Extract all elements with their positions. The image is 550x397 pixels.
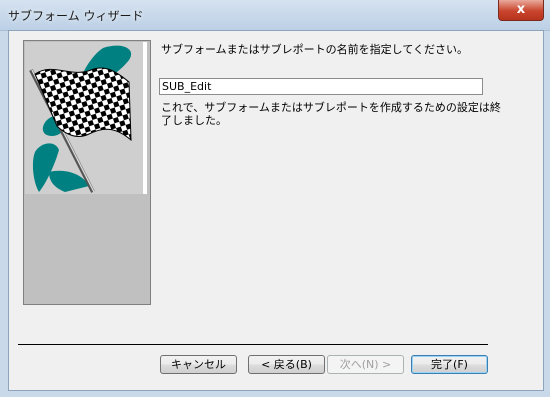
finish-button[interactable]: 完了(F) [411,355,488,374]
back-button[interactable]: < 戻る(B) [248,355,325,374]
completion-message: これで、サブフォームまたはサブレポートを作成するための設定は終了しました。 [161,101,501,127]
checkered-flag-icon [25,42,147,194]
cancel-button[interactable]: キャンセル [160,355,237,374]
wizard-dialog: サブフォームまたはサブレポートの名前を指定してください。 これで、サブフォームま… [8,30,544,391]
title-bar[interactable]: サブフォーム ウィザード x [0,0,550,31]
button-divider [18,344,488,345]
window-title: サブフォーム ウィザード [8,9,144,23]
subform-name-input[interactable] [159,78,483,95]
close-button[interactable]: x [498,0,544,21]
next-button[interactable]: 次へ(N) > [327,355,404,374]
close-icon: x [516,2,526,17]
instruction-text: サブフォームまたはサブレポートの名前を指定してください。 [161,43,469,56]
wizard-image-panel [23,40,151,305]
